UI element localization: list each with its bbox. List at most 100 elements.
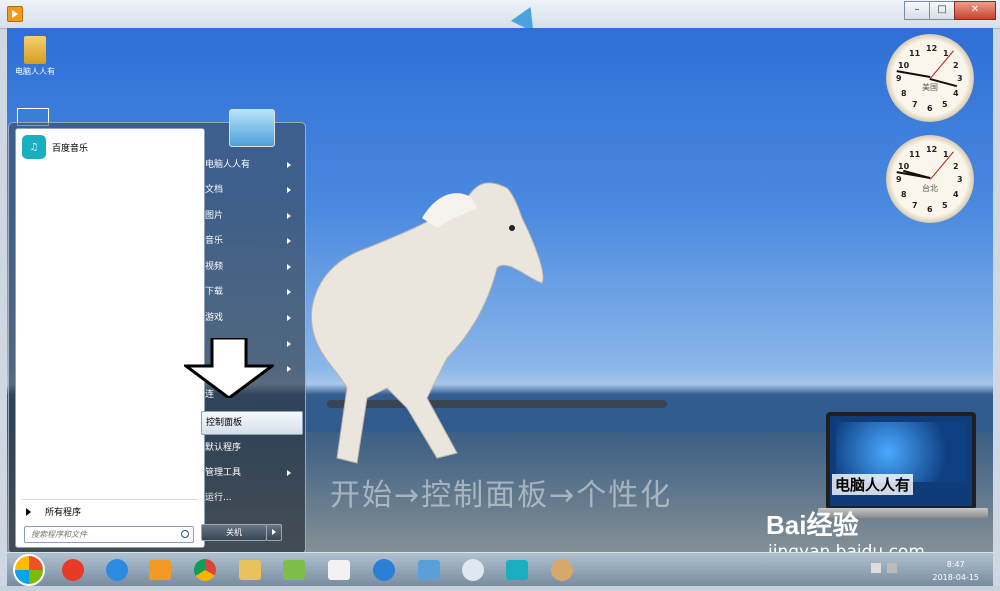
explorer-icon [239, 560, 261, 580]
start-item-user-folder[interactable]: 电脑人人有 [205, 154, 299, 176]
start-item-admin-tools[interactable]: 管理工具 [205, 462, 299, 484]
close-button[interactable]: ✕ [954, 1, 996, 20]
start-item-pictures[interactable]: 图片 [205, 205, 299, 227]
media-player-icon [149, 560, 171, 580]
start-item-run[interactable]: 运行... [205, 487, 299, 509]
clock-number: 2 [953, 162, 959, 171]
taskbar-app-browser[interactable] [364, 556, 404, 584]
start-orb-icon [13, 554, 45, 586]
laptop-screen [826, 412, 976, 510]
chevron-right-icon [287, 162, 291, 168]
taskbar-app-explorer[interactable] [230, 556, 270, 584]
window-controls: – □ ✕ [904, 1, 996, 20]
gear-app-icon [462, 559, 484, 581]
clock-second-hand [930, 50, 954, 79]
start-item-label: 下载 [205, 287, 224, 297]
start-item-default-programs[interactable]: 默认程序 [205, 437, 299, 459]
chevron-right-icon [287, 366, 291, 372]
pinned-program-baidu-music[interactable]: ♫ 百度音乐 [22, 135, 88, 159]
start-button[interactable] [9, 554, 49, 586]
clock-number: 11 [909, 150, 921, 159]
search-input[interactable]: 搜索程序和文件 [24, 526, 194, 543]
start-item-label: 音乐 [205, 236, 224, 246]
clock-gadget-taipei[interactable]: 12 1 2 3 4 5 6 7 8 9 10 11 台北 [886, 135, 974, 223]
window-titlebar: – □ ✕ [0, 0, 1000, 29]
desktop-icon-user-folder[interactable]: 电脑人人有 [11, 36, 59, 77]
taskbar-app-baidu-music[interactable] [497, 556, 537, 584]
maximize-button[interactable]: □ [929, 1, 955, 20]
paint-icon [551, 559, 573, 581]
start-item-label: 游戏 [205, 313, 224, 323]
clock-number: 12 [926, 44, 938, 53]
taskbar-app-gear[interactable] [453, 556, 493, 584]
chrome-icon [194, 559, 216, 581]
speaker-icon[interactable] [871, 563, 881, 573]
triangle-right-icon [26, 507, 31, 516]
user-account-picture[interactable] [229, 109, 275, 147]
system-tray: 8:47 2018-04-15 [867, 556, 987, 584]
taskbar-app-360[interactable] [53, 556, 93, 584]
start-item-downloads[interactable]: 下载 [205, 281, 299, 303]
chevron-right-icon [287, 315, 291, 321]
baidu-watermark: Bai经验 jingyan.baidu.com [766, 505, 925, 552]
clock-number: 7 [912, 201, 918, 210]
taskbar-app-chrome[interactable] [185, 556, 225, 584]
document-icon [328, 560, 350, 580]
start-item-label: 视频 [205, 262, 224, 272]
folder-icon [283, 560, 305, 580]
start-item-label: 控制面板 [206, 418, 243, 428]
taskbar-app-media[interactable] [140, 556, 180, 584]
taskbar-app-document[interactable] [319, 556, 359, 584]
folder-user-icon [24, 36, 46, 64]
watermark-url: jingyan.baidu.com [768, 542, 925, 552]
browser-icon [373, 559, 395, 581]
tutorial-caption: 开始→控制面板→个性化 [330, 478, 673, 513]
desktop-icon-label: 电脑人人有 [15, 67, 55, 76]
ie-icon [106, 559, 128, 581]
start-item-label: 文档 [205, 185, 224, 195]
clock-city-label: 台北 [922, 184, 938, 193]
tray-clock[interactable]: 8:47 2018-04-15 [933, 558, 980, 584]
chevron-right-icon [287, 470, 291, 476]
taskbar-app-folder[interactable] [274, 556, 314, 584]
shutdown-options-button[interactable] [266, 524, 282, 541]
baidu-music-icon [506, 560, 528, 580]
all-programs-button[interactable]: 所有程序 [26, 505, 81, 518]
clock-number: 5 [942, 100, 948, 109]
start-item-label: 管理工具 [205, 468, 242, 478]
clock-number: 2 [953, 61, 959, 70]
clock-number: 6 [927, 104, 933, 113]
start-menu-programs-pane: ♫ 百度音乐 所有程序 搜索程序和文件 [15, 128, 205, 548]
start-item-label: 电脑人人有 [205, 160, 251, 170]
start-item-control-panel[interactable]: 控制面板 [201, 411, 303, 435]
clock-second-hand [930, 151, 954, 180]
chevron-right-icon [287, 264, 291, 270]
start-item-music[interactable]: 音乐 [205, 230, 299, 252]
start-item-videos[interactable]: 视频 [205, 256, 299, 278]
clock-number: 6 [927, 205, 933, 214]
divider [22, 499, 198, 500]
start-item-documents[interactable]: 文档 [205, 179, 299, 201]
laptop-widget-label: 电脑人人有 [832, 474, 914, 495]
shutdown-button[interactable]: 关机 [201, 524, 267, 541]
chevron-right-icon [287, 341, 291, 347]
tutorial-arrow-down-icon [184, 338, 274, 398]
chevron-right-icon [287, 238, 291, 244]
taskbar-app-remote[interactable] [409, 556, 449, 584]
start-item-label: 默认程序 [205, 443, 242, 453]
chevron-right-icon [287, 187, 291, 193]
remote-desktop-icon [418, 560, 440, 580]
minimize-button[interactable]: – [904, 1, 930, 20]
start-item-label: 运行... [205, 493, 232, 503]
clock-number: 11 [909, 49, 921, 58]
baidu-music-icon: ♫ [22, 135, 46, 159]
clock-city-label: 美国 [922, 83, 938, 92]
taskbar-app-ie[interactable] [97, 556, 137, 584]
all-programs-label: 所有程序 [45, 508, 82, 518]
search-placeholder: 搜索程序和文件 [31, 530, 87, 539]
start-item-games[interactable]: 游戏 [205, 307, 299, 329]
network-icon[interactable] [887, 563, 897, 573]
taskbar-app-paint[interactable] [542, 556, 582, 584]
clock-gadget-usa[interactable]: 12 1 2 3 4 5 6 7 8 9 10 11 美国 [886, 34, 974, 122]
tray-date: 2018-04-15 [932, 573, 980, 582]
